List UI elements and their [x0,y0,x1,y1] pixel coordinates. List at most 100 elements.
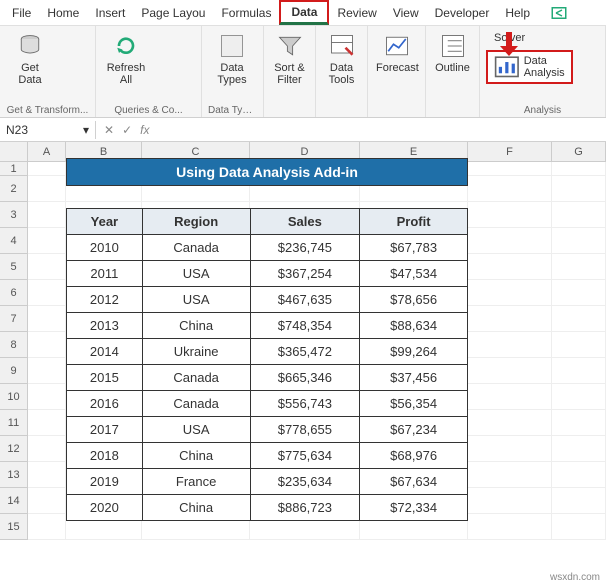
cell[interactable] [552,514,606,540]
row-header[interactable]: 14 [0,488,28,514]
table-cell[interactable]: 2015 [67,365,143,391]
tab-help[interactable]: Help [497,2,538,24]
table-cell[interactable]: $47,534 [360,261,468,287]
table-cell[interactable]: 2018 [67,443,143,469]
cell[interactable] [28,306,66,332]
row-header[interactable]: 3 [0,202,28,228]
solver-button[interactable]: ? Solver [486,30,529,46]
cell[interactable] [552,162,606,176]
col-header[interactable]: A [28,142,66,161]
tab-file[interactable]: File [4,2,39,24]
table-cell[interactable]: $748,354 [250,313,360,339]
row-header[interactable]: 1 [0,162,28,176]
table-cell[interactable]: $775,634 [250,443,360,469]
cell[interactable] [468,332,552,358]
cell[interactable] [552,228,606,254]
row-header[interactable]: 10 [0,384,28,410]
cell[interactable] [552,384,606,410]
cell[interactable] [28,162,66,176]
col-header[interactable]: F [468,142,552,161]
tab-view[interactable]: View [385,2,427,24]
data-types-button[interactable]: Data Types [208,30,256,88]
cell[interactable] [552,462,606,488]
table-cell[interactable]: 2014 [67,339,143,365]
table-cell[interactable]: 2011 [67,261,143,287]
cell[interactable] [552,436,606,462]
enter-icon[interactable]: ✓ [122,123,132,137]
sort-filter-button[interactable]: Sort & Filter [270,30,309,88]
col-header[interactable]: G [552,142,606,161]
cell[interactable] [552,306,606,332]
tab-home[interactable]: Home [39,2,87,24]
row-header[interactable]: 4 [0,228,28,254]
table-cell[interactable]: $778,655 [250,417,360,443]
share-icon[interactable] [550,4,568,22]
table-cell[interactable]: $68,976 [360,443,468,469]
cell[interactable] [552,280,606,306]
table-cell[interactable]: $365,472 [250,339,360,365]
cell[interactable] [28,436,66,462]
cell[interactable] [468,176,552,202]
cell[interactable] [28,254,66,280]
outline-button[interactable]: Outline [432,30,473,76]
cell[interactable] [28,358,66,384]
table-cell[interactable]: $467,635 [250,287,360,313]
row-header[interactable]: 7 [0,306,28,332]
table-cell[interactable]: $886,723 [250,495,360,521]
name-box[interactable]: N23 ▾ [0,121,96,139]
cell[interactable] [28,462,66,488]
table-cell[interactable]: USA [142,261,250,287]
tab-formulas[interactable]: Formulas [213,2,279,24]
table-cell[interactable]: 2017 [67,417,143,443]
table-cell[interactable]: USA [142,287,250,313]
cell[interactable] [28,202,66,228]
cell[interactable] [552,332,606,358]
cell[interactable] [468,384,552,410]
cell[interactable] [468,436,552,462]
table-cell[interactable]: Canada [142,235,250,261]
cell[interactable] [468,306,552,332]
row-header[interactable]: 9 [0,358,28,384]
cell[interactable] [28,514,66,540]
formula-input[interactable] [157,121,606,139]
cell[interactable] [552,202,606,228]
cell[interactable] [28,332,66,358]
row-header[interactable]: 13 [0,462,28,488]
row-header[interactable]: 8 [0,332,28,358]
table-cell[interactable]: $88,634 [360,313,468,339]
table-cell[interactable]: $665,346 [250,365,360,391]
row-header[interactable]: 5 [0,254,28,280]
row-header[interactable]: 6 [0,280,28,306]
cell[interactable] [468,228,552,254]
row-header[interactable]: 15 [0,514,28,540]
tab-developer[interactable]: Developer [427,2,498,24]
cell[interactable] [28,410,66,436]
table-cell[interactable]: 2010 [67,235,143,261]
table-cell[interactable]: China [142,313,250,339]
cell[interactable] [468,358,552,384]
cell[interactable] [28,228,66,254]
cell[interactable] [552,410,606,436]
table-cell[interactable]: 2020 [67,495,143,521]
cell[interactable] [28,280,66,306]
cell[interactable] [468,514,552,540]
table-cell[interactable]: 2012 [67,287,143,313]
select-all-corner[interactable] [0,142,28,161]
table-cell[interactable]: $236,745 [250,235,360,261]
cancel-icon[interactable]: ✕ [104,123,114,137]
table-cell[interactable]: $72,334 [360,495,468,521]
cell[interactable] [468,162,552,176]
tab-page-layout[interactable]: Page Layou [133,2,213,24]
table-cell[interactable]: China [142,443,250,469]
table-cell[interactable]: $67,634 [360,469,468,495]
cell[interactable] [468,488,552,514]
table-cell[interactable]: $556,743 [250,391,360,417]
table-cell[interactable]: Canada [142,391,250,417]
table-cell[interactable]: Canada [142,365,250,391]
table-cell[interactable]: $367,254 [250,261,360,287]
cell[interactable] [468,280,552,306]
get-data-button[interactable]: Get Data [6,30,54,88]
table-cell[interactable]: $56,354 [360,391,468,417]
fx-icon[interactable]: fx [140,123,149,137]
cell[interactable] [468,462,552,488]
